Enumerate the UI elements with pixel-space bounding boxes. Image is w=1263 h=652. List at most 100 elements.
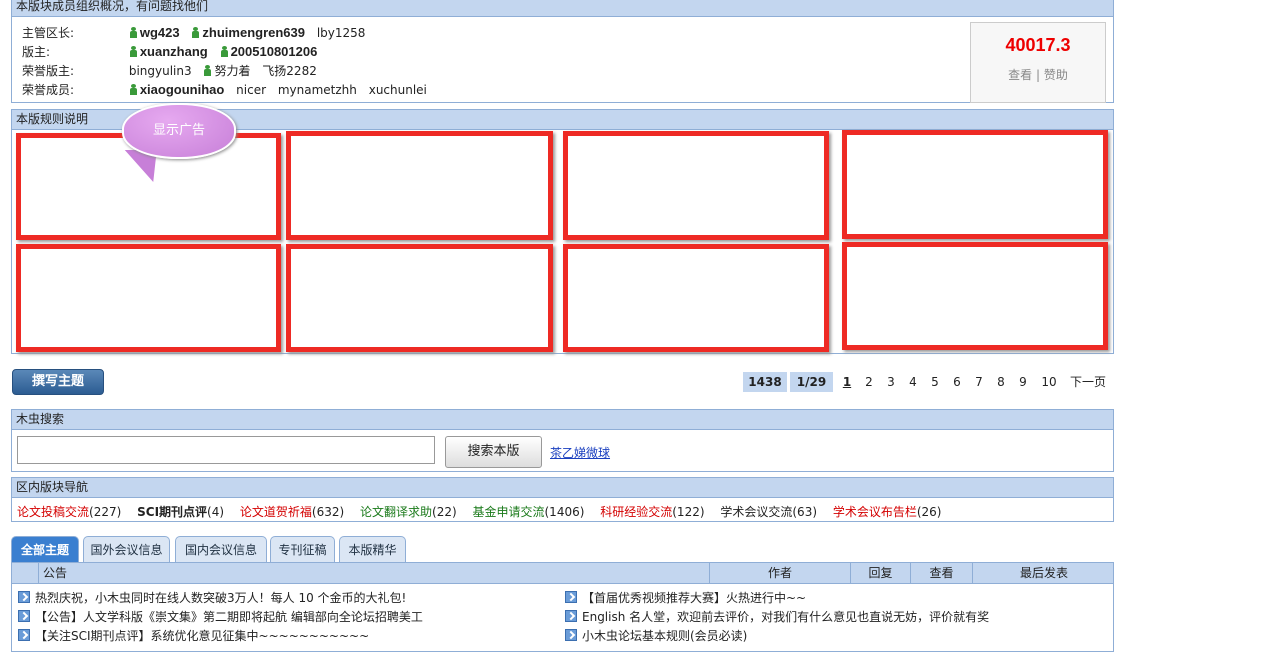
board-link[interactable]: 学术会议布告栏 xyxy=(833,505,917,519)
board-count: (26) xyxy=(916,505,942,519)
user-link[interactable]: wg423 xyxy=(140,25,180,40)
search-board-button[interactable]: 搜索本版 xyxy=(445,436,542,468)
search-extra-link[interactable]: 茶乙娣微球 xyxy=(550,444,610,461)
user-link[interactable]: 200510801206 xyxy=(231,44,318,59)
search-input[interactable] xyxy=(17,436,435,464)
ad-slot[interactable] xyxy=(842,242,1108,350)
online-user-icon xyxy=(129,84,138,95)
mod-row-honorary-member: 荣誉成员: xiaogounihao nicer mynametzhh xuch… xyxy=(22,81,435,99)
topic-list-header: 公告 作者 回复 查看 最后发表 xyxy=(12,563,1113,584)
board-link[interactable]: SCI期刊点评 xyxy=(137,505,207,519)
page-link[interactable]: 3 xyxy=(883,372,899,392)
user-link[interactable]: nicer xyxy=(236,83,266,97)
board-count: (1406) xyxy=(544,505,585,519)
page-link[interactable]: 6 xyxy=(949,372,965,392)
mod-row-honorary-moderator: 荣誉版主: bingyulin3 努力着 飞扬2282 xyxy=(22,62,325,80)
search-panel: 木虫搜索 搜索本版 茶乙娣微球 xyxy=(11,409,1114,472)
user-link[interactable]: xiaogounihao xyxy=(140,82,225,97)
board-link[interactable]: 论文投稿交流 xyxy=(17,505,89,519)
user-link[interactable]: 飞扬2282 xyxy=(262,64,317,78)
user-link[interactable]: 努力着 xyxy=(214,64,250,78)
page-link[interactable]: 2 xyxy=(861,372,877,392)
col-replies: 回复 xyxy=(850,563,910,583)
user-link[interactable]: mynametzhh xyxy=(278,83,357,97)
board-count: (4) xyxy=(207,505,225,519)
ad-slot[interactable] xyxy=(842,130,1108,239)
ad-slot[interactable] xyxy=(286,131,553,240)
announcement-item[interactable]: English 名人堂，欢迎前去评价，对我们有什么意见也直说无妨，评价就有奖 xyxy=(565,608,989,626)
user-link[interactable]: xuchunlei xyxy=(369,83,427,97)
credit-separator: | xyxy=(1035,68,1041,82)
board-count: (22) xyxy=(432,505,457,519)
tab-foreign-conferences[interactable]: 国外会议信息 xyxy=(83,536,170,562)
search-header: 木虫搜索 xyxy=(12,410,1113,430)
col-last-post: 最后发表 xyxy=(972,563,1115,583)
board-navigation-panel: 区内版块导航 论文投稿交流(227) SCI期刊点评(4) 论文道贺祈福(632… xyxy=(11,477,1114,522)
announcement-item[interactable]: 小木虫论坛基本规则(会员必读) xyxy=(565,627,747,645)
board-link[interactable]: 基金申请交流 xyxy=(472,505,544,519)
board-count: (632) xyxy=(311,505,345,519)
credit-value: 40017.3 xyxy=(1005,35,1071,55)
credit-links: 查看 | 赞助 xyxy=(971,66,1105,83)
page-link[interactable]: 10 xyxy=(1037,372,1061,392)
user-link[interactable]: lby1258 xyxy=(317,26,366,40)
online-user-icon xyxy=(220,46,229,57)
mod-row-label: 主管区长: xyxy=(22,26,75,40)
board-navigation-list: 论文投稿交流(227) SCI期刊点评(4) 论文道贺祈福(632) 论文翻译求… xyxy=(17,503,954,520)
board-navigation-header: 区内版块导航 xyxy=(12,478,1113,498)
col-author: 作者 xyxy=(709,563,850,583)
credit-box: 40017.3 查看 | 赞助 xyxy=(970,22,1106,103)
tab-domestic-conferences[interactable]: 国内会议信息 xyxy=(175,536,267,562)
page-link[interactable]: 7 xyxy=(971,372,987,392)
mod-row-label: 荣誉版主: xyxy=(22,64,75,78)
tab-featured[interactable]: 本版精华 xyxy=(339,536,406,562)
user-link[interactable]: xuanzhang xyxy=(140,44,208,59)
board-link[interactable]: 论文翻译求助 xyxy=(360,505,432,519)
tab-special-issue[interactable]: 专刊征稿 xyxy=(270,536,335,562)
announcement-icon xyxy=(565,591,577,603)
col-announcement: 公告 xyxy=(38,563,713,583)
user-link[interactable]: bingyulin3 xyxy=(129,64,192,78)
next-page-link[interactable]: 下一页 xyxy=(1066,372,1110,392)
mod-row-zone-leader: 主管区长: wg423 zhuimengren639 lby1258 xyxy=(22,24,373,42)
announcement-icon xyxy=(565,629,577,641)
total-count: 1438 xyxy=(743,372,787,392)
mod-row-label: 荣誉成员: xyxy=(22,83,75,97)
announcement-icon xyxy=(18,629,30,641)
announcement-item[interactable]: 热烈庆祝，小木虫同时在线人数突破3万人！每人 10 个金币的大礼包! xyxy=(18,589,406,607)
mod-row-moderator: 版主: xuanzhang 200510801206 xyxy=(22,43,325,61)
board-link[interactable]: 科研经验交流 xyxy=(600,505,672,519)
announcement-icon xyxy=(18,591,30,603)
page-link[interactable]: 1 xyxy=(839,372,855,392)
online-user-icon xyxy=(129,27,138,38)
ad-slot[interactable] xyxy=(563,131,829,240)
moderators-panel: 本版块成员组织概况，有问题找他们 主管区长: wg423 zhuimengren… xyxy=(11,0,1114,103)
board-link[interactable]: 论文道贺祈福 xyxy=(240,505,312,519)
page-link[interactable]: 8 xyxy=(993,372,1009,392)
board-count: (227) xyxy=(89,505,122,519)
board-count: (122) xyxy=(672,505,705,519)
mod-row-label: 版主: xyxy=(22,45,51,59)
announcement-icon xyxy=(18,610,30,622)
page-link[interactable]: 4 xyxy=(905,372,921,392)
announcement-icon xyxy=(565,610,577,622)
ad-slot[interactable] xyxy=(16,244,281,352)
credit-view-link[interactable]: 查看 xyxy=(1008,68,1032,82)
credit-sponsor-link[interactable]: 赞助 xyxy=(1044,68,1068,82)
col-views: 查看 xyxy=(910,563,972,583)
user-link[interactable]: zhuimengren639 xyxy=(202,25,305,40)
page-link[interactable]: 5 xyxy=(927,372,943,392)
new-topic-button[interactable]: 撰写主题 xyxy=(12,369,104,395)
announcement-item[interactable]: 【公告】人文学科版《崇文集》第二期即将起航 编辑部向全论坛招聘美工 xyxy=(18,608,423,626)
announcement-item[interactable]: 【关注SCI期刊点评】系统优化意见征集中~~~~~~~~~~~ xyxy=(18,627,369,645)
ad-slot[interactable] xyxy=(286,244,553,352)
board-count: (63) xyxy=(792,505,818,519)
ad-slot[interactable] xyxy=(563,244,829,352)
board-link[interactable]: 学术会议交流 xyxy=(720,505,792,519)
show-ad-bubble[interactable]: 显示广告 xyxy=(122,103,236,159)
page-link[interactable]: 9 xyxy=(1015,372,1031,392)
announcement-item[interactable]: 【首届优秀视频推荐大赛】火热进行中~~ xyxy=(565,589,806,607)
online-user-icon xyxy=(129,46,138,57)
tab-all-topics[interactable]: 全部主题 xyxy=(11,536,79,562)
online-user-icon xyxy=(191,27,200,38)
